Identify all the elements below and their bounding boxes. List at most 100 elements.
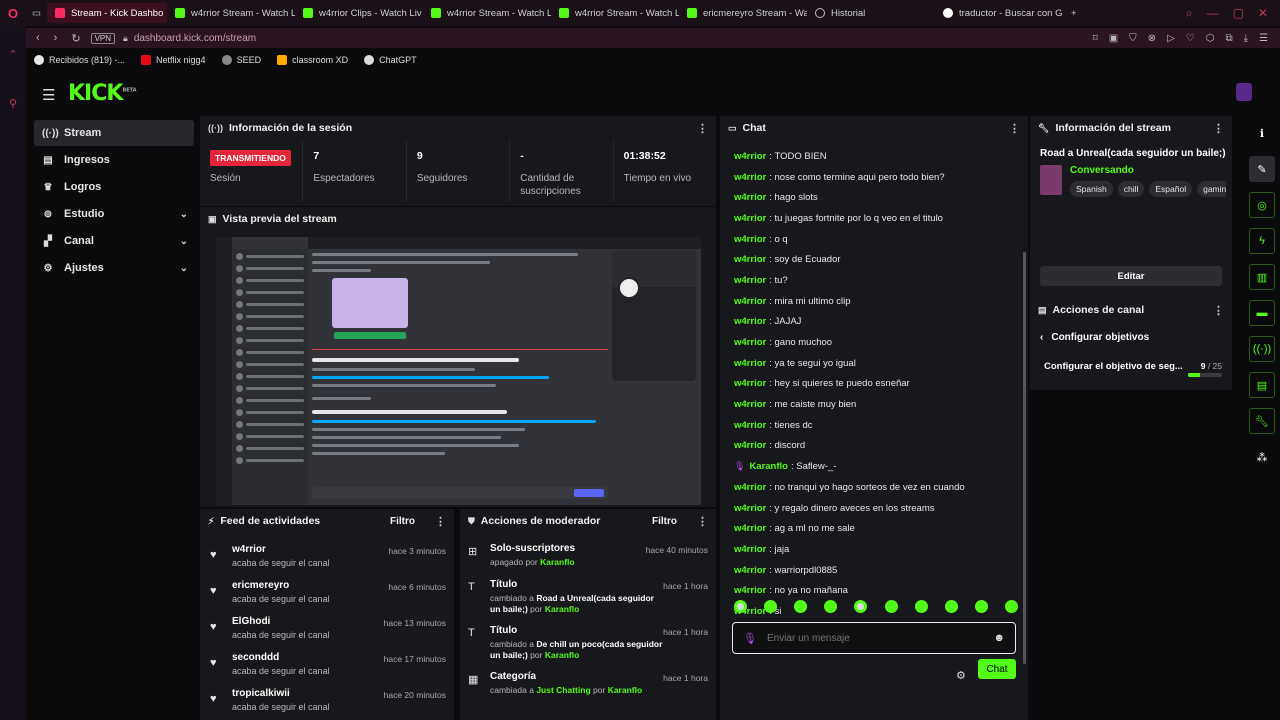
forward-icon[interactable]: › [54,32,58,45]
sidebar-toggle-icon[interactable]: ▭ [26,3,47,23]
chat-username[interactable]: w4rrior [734,296,766,307]
more-options-icon[interactable]: ⋮ [1213,304,1224,317]
sidebar-item-ajustes[interactable]: ⚙ Ajustes ⌄ [34,255,194,281]
pencil-icon[interactable]: ✎ [1249,156,1275,182]
tab-6[interactable]: Historial [807,3,935,23]
bookmark-icon[interactable]: ⌑ [1093,33,1098,44]
chat-username[interactable]: w4rrior [734,275,766,286]
more-options-icon[interactable]: ⋮ [697,515,708,528]
stream-preview-video[interactable] [216,237,701,505]
kick-logo[interactable]: KICKBETA [68,81,137,106]
more-options-icon[interactable]: ⋮ [435,515,446,528]
chat-username[interactable]: w4rrior [734,358,766,369]
chat-username[interactable]: w4rrior [734,172,766,183]
info-icon[interactable]: ℹ [1249,120,1275,146]
menu-icon[interactable]: ☰ [1259,33,1268,44]
emote-icon[interactable] [794,600,808,613]
bookmark-2[interactable]: SEED [221,55,261,65]
chat-username[interactable]: w4rrior [734,440,766,451]
browser-logo-icon[interactable]: O [0,0,26,26]
tab-1[interactable]: w4rrior Stream - Watch L [167,3,295,23]
emote-icon[interactable] [734,600,747,613]
shield-icon[interactable]: ⛉ [1129,33,1137,44]
tab-5[interactable]: ericmereyro Stream - Wa [679,3,807,23]
tab-7[interactable]: traductor - Buscar con Go [935,3,1063,23]
chat-username[interactable]: w4rrior [734,254,766,265]
more-options-icon[interactable]: ⋮ [1009,122,1020,135]
wrench-icon[interactable]: 🔧︎ [1249,408,1275,434]
chat-username[interactable]: w4rrior [734,234,766,245]
tab-3[interactable]: w4rrior Stream - Watch L [423,3,551,23]
hamburger-icon[interactable]: ☰ [42,86,55,104]
bookmark-3[interactable]: classroom XD [277,55,348,65]
chat-message-input[interactable] [766,632,994,644]
edit-stream-button[interactable]: Editar [1040,266,1222,286]
vpn-badge[interactable]: VPN [90,32,116,44]
bookmark-4[interactable]: ChatGPT [364,55,417,65]
emote-icon[interactable] [914,600,928,613]
chat-scrollbar[interactable] [1023,252,1026,664]
share-icon[interactable]: ⁂ [1249,444,1275,470]
reload-icon[interactable]: ↻ [71,32,80,45]
lightning-icon[interactable]: ϟ [1249,228,1275,254]
chat-username[interactable]: w4rrior [734,213,766,224]
tab-0[interactable]: Stream - Kick Dashbo [46,3,167,23]
follower-goal-row[interactable]: Configurar el objetivo de seg... 9 / 25 [1030,343,1232,377]
emote-icon[interactable] [944,600,958,613]
emote-icon[interactable] [1004,600,1018,613]
broadcast-icon[interactable]: ((·)) [1249,336,1275,362]
back-icon[interactable]: ‹ [36,32,40,45]
chat-username[interactable]: w4rrior [734,151,766,162]
sidebar-item-stream[interactable]: ((·)) Stream [34,120,194,146]
avatar[interactable] [1236,83,1252,101]
new-tab-button[interactable]: + [1063,3,1085,23]
camera-icon[interactable]: ◎ [1249,192,1275,218]
rail-pin-icon[interactable]: ⚲ [0,97,26,110]
more-options-icon[interactable]: ⋮ [1213,122,1224,135]
chat-icon[interactable]: ▬ [1249,300,1275,326]
crypto-icon[interactable]: ⊗ [1148,33,1156,44]
sidebar-item-logros[interactable]: ♛ Logros [34,174,194,200]
chat-username[interactable]: Karanflo [749,461,788,472]
tab-2[interactable]: w4rrior Clips - Watch Liv [295,3,423,23]
play-icon[interactable]: ▷ [1167,33,1175,44]
layout-icon[interactable]: ▤ [1249,372,1275,398]
heart-icon[interactable]: ♡ [1186,33,1195,44]
bookmark-0[interactable]: Recibidos (819) -... [34,55,125,65]
clipboard-icon[interactable]: ▥ [1249,264,1275,290]
chat-username[interactable]: w4rrior [734,565,766,576]
minimize-icon[interactable]: — [1207,6,1219,21]
chat-username[interactable]: w4rrior [734,585,766,596]
emote-icon[interactable] [854,600,868,613]
search-icon[interactable]: ⌕ [1186,6,1193,21]
chat-username[interactable]: w4rrior [734,503,766,514]
feed-filter-button[interactable]: Filtro [390,516,415,527]
chat-username[interactable]: w4rrior [734,192,766,203]
emote-icon[interactable] [764,600,778,613]
goals-back-button[interactable]: ‹ Configurar objetivos [1030,322,1232,343]
chat-username[interactable]: w4rrior [734,316,766,327]
chat-settings-icon[interactable]: ⚙ [956,669,966,682]
bookmark-1[interactable]: Netflix nigg4 [141,55,206,65]
sidebar-item-estudio[interactable]: ⊚ Estudio ⌄ [34,201,194,227]
chat-username[interactable]: w4rrior [734,420,766,431]
microphone-icon[interactable]: 🎙︎ [743,632,757,645]
emoji-icon[interactable]: ☻ [993,632,1005,644]
maximize-icon[interactable]: ▢ [1233,6,1244,21]
rail-arrow-icon[interactable]: ⌃ [0,48,26,61]
url-field[interactable]: dashboard.kick.com/stream [134,33,256,44]
chat-username[interactable]: w4rrior [734,482,766,493]
download-icon[interactable]: ⤓ [1244,33,1248,44]
emote-icon[interactable] [974,600,988,613]
chat-username[interactable]: w4rrior [734,378,766,389]
close-icon[interactable]: ✕ [1258,6,1268,21]
chat-send-button[interactable]: Chat [978,659,1016,679]
cube-icon[interactable]: ⬡ [1206,33,1215,44]
sidebar-item-canal[interactable]: ▞ Canal ⌄ [34,228,194,254]
more-options-icon[interactable]: ⋮ [697,122,708,135]
emote-icon[interactable] [824,600,838,613]
chat-username[interactable]: w4rrior [734,523,766,534]
mod-filter-button[interactable]: Filtro [652,516,677,527]
chat-username[interactable]: w4rrior [734,399,766,410]
sidebar-item-ingresos[interactable]: ▤ Ingresos [34,147,194,173]
